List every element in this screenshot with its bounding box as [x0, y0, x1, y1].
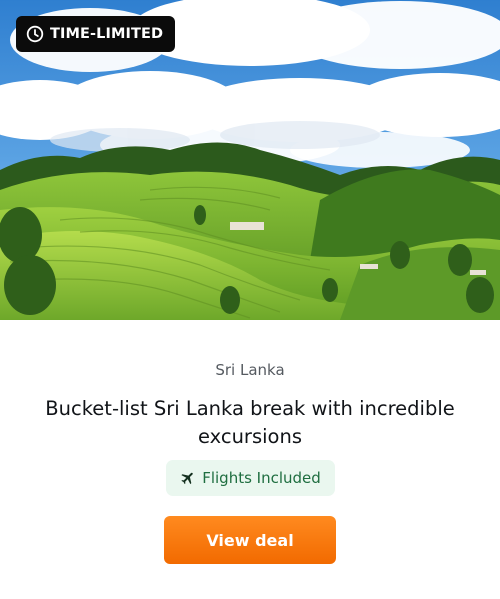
airplane-icon	[181, 472, 193, 485]
hero-image[interactable]: TIME-LIMITED	[0, 0, 500, 320]
deal-card[interactable]: TIME-LIMITED Sri Lanka Bucket-list Sri L…	[0, 0, 500, 599]
deal-details: Sri Lanka Bucket-list Sri Lanka break wi…	[0, 320, 500, 599]
deal-title[interactable]: Bucket-list Sri Lanka break with incredi…	[20, 395, 480, 451]
feature-label: Flights Included	[202, 468, 321, 487]
destination-label: Sri Lanka	[215, 361, 285, 379]
flights-included-tag: Flights Included	[166, 460, 335, 496]
time-limited-badge: TIME-LIMITED	[16, 16, 176, 52]
view-deal-button[interactable]: View deal	[164, 516, 336, 564]
clock-icon	[26, 25, 44, 43]
badge-label: TIME-LIMITED	[50, 25, 164, 42]
